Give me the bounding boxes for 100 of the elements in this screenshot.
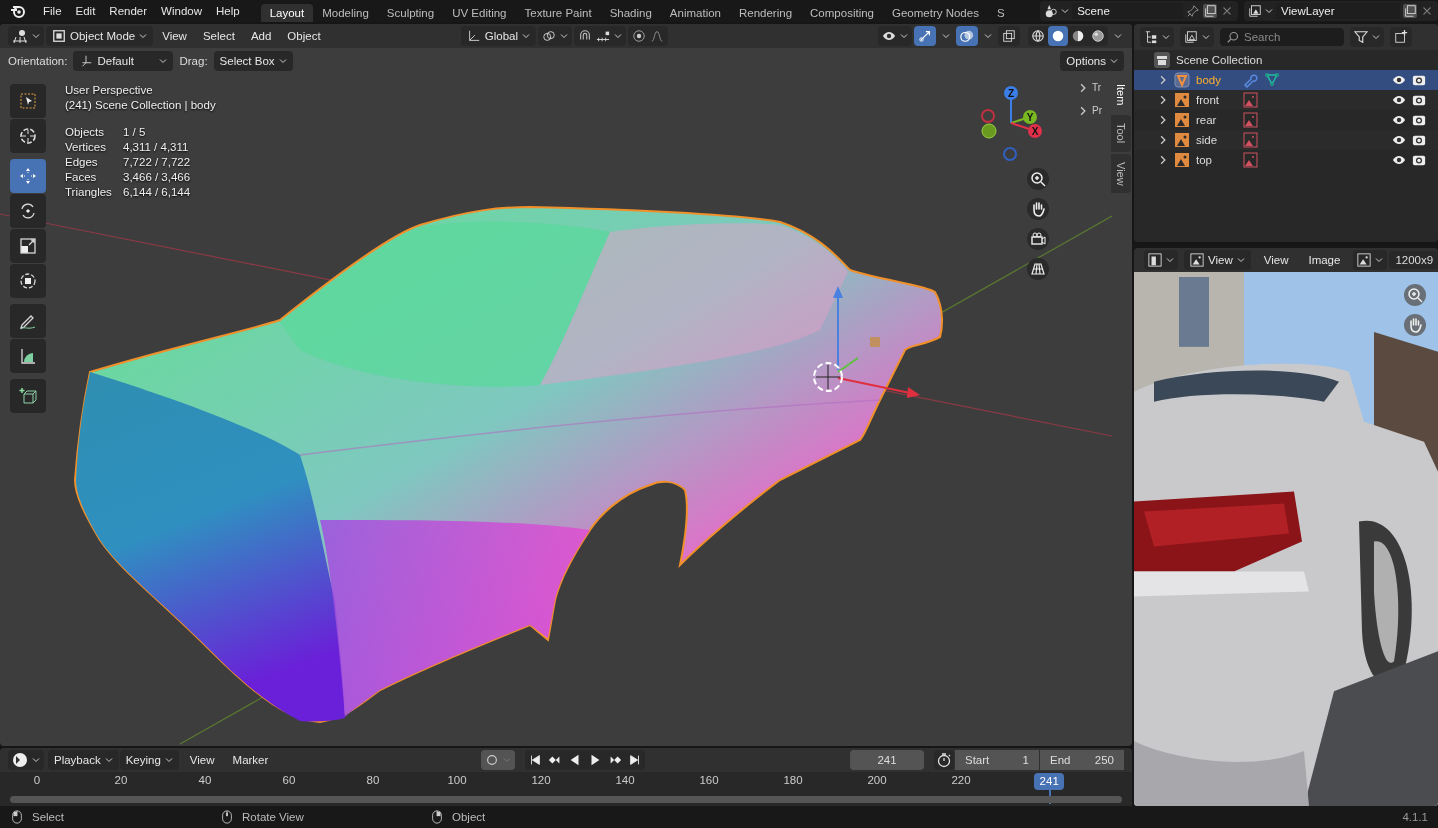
- workspace-tab[interactable]: Modeling: [313, 4, 378, 22]
- negative-axis-handle[interactable]: [981, 109, 995, 123]
- eye-icon[interactable]: [1392, 93, 1406, 107]
- sidebar-tab[interactable]: Tool: [1111, 115, 1131, 152]
- workspace-tab[interactable]: Compositing: [801, 4, 883, 22]
- stopwatch-icon[interactable]: [934, 750, 954, 770]
- gizmo-toggle-button[interactable]: [914, 26, 936, 46]
- menu-item[interactable]: Help: [209, 5, 247, 17]
- hand-icon[interactable]: [1027, 198, 1049, 220]
- overlays-toggle-button[interactable]: [956, 26, 978, 46]
- editor-type-button[interactable]: [8, 26, 44, 46]
- image-browse-button[interactable]: [1353, 250, 1388, 270]
- start-frame-field[interactable]: Start 1: [955, 750, 1039, 770]
- menu-item[interactable]: Edit: [68, 5, 103, 17]
- image-name-field[interactable]: 1200x9: [1389, 251, 1438, 269]
- menu-item[interactable]: Image: [1301, 254, 1348, 266]
- annotate-tool[interactable]: [10, 304, 46, 338]
- auto-keying-button[interactable]: [480, 750, 515, 770]
- image-data-icon[interactable]: [1242, 112, 1258, 128]
- pivot-point-button[interactable]: [538, 26, 572, 46]
- solid-shading-button[interactable]: [1048, 26, 1068, 46]
- menu-item[interactable]: View: [1256, 254, 1296, 266]
- outliner-row[interactable]: body: [1134, 70, 1438, 90]
- axis-handle[interactable]: X: [1010, 122, 1042, 138]
- copy-icon[interactable]: [1403, 4, 1417, 18]
- snap-button[interactable]: [574, 26, 626, 46]
- menu-item[interactable]: Object: [280, 30, 328, 42]
- zoom-icon[interactable]: [1027, 168, 1049, 190]
- workspace-tab[interactable]: Shading: [600, 4, 661, 22]
- image-data-icon[interactable]: [1242, 152, 1258, 168]
- workspace-tab[interactable]: Texture Paint: [515, 4, 601, 22]
- eye-icon[interactable]: [1392, 133, 1406, 147]
- add-cube-tool[interactable]: [10, 379, 46, 413]
- current-frame-field[interactable]: 241: [850, 750, 924, 770]
- eye-icon[interactable]: [1392, 153, 1406, 167]
- xray-toggle-button[interactable]: [998, 26, 1020, 46]
- menu-item[interactable]: View: [182, 754, 222, 766]
- drag-dropdown[interactable]: Select Box: [213, 51, 293, 71]
- end-frame-field[interactable]: End 250: [1040, 750, 1124, 770]
- menu-dropdown[interactable]: Playback: [48, 750, 119, 770]
- mode-dropdown[interactable]: Object Mode: [46, 26, 154, 46]
- visibility-button[interactable]: [878, 26, 912, 46]
- scene-selector[interactable]: Scene: [1040, 1, 1239, 21]
- transform-orientation-dropdown[interactable]: Global: [460, 26, 536, 46]
- camera-icon[interactable]: [1412, 153, 1426, 167]
- proportional-editing-button[interactable]: [628, 26, 668, 46]
- rotate-tool[interactable]: [10, 194, 46, 228]
- workspace-tab[interactable]: Geometry Nodes: [883, 4, 988, 22]
- negative-axis-handle[interactable]: [981, 123, 997, 139]
- menu-item[interactable]: File: [36, 5, 69, 17]
- mesh-data-icon[interactable]: [1264, 72, 1280, 88]
- workspace-tab[interactable]: Layout: [260, 4, 314, 22]
- editor-type-button[interactable]: [1144, 250, 1178, 270]
- timeline-scrollbar[interactable]: [10, 796, 1122, 803]
- editor-type-button[interactable]: [8, 750, 44, 770]
- menu-item[interactable]: Add: [243, 30, 279, 42]
- workspace-tab[interactable]: Sculpting: [377, 4, 444, 22]
- workspace-tab[interactable]: UV Editing: [443, 4, 516, 22]
- camera-icon[interactable]: [1412, 73, 1426, 87]
- menu-item[interactable]: Window: [154, 5, 209, 17]
- new-collection-button[interactable]: [1390, 27, 1412, 47]
- filter-view-button[interactable]: [1180, 27, 1214, 47]
- menu-item[interactable]: View: [155, 30, 194, 42]
- transform-tool[interactable]: [10, 264, 46, 298]
- search-field[interactable]: Search: [1220, 28, 1344, 46]
- app-logo-icon[interactable]: [10, 3, 26, 19]
- image-data-icon[interactable]: [1242, 132, 1258, 148]
- camera-icon[interactable]: [1412, 133, 1426, 147]
- menu-dropdown[interactable]: Keying: [119, 750, 179, 770]
- camera-icon[interactable]: [1412, 93, 1426, 107]
- view-layer-selector[interactable]: ViewLayer: [1244, 1, 1438, 21]
- wrench-icon[interactable]: [1242, 72, 1258, 88]
- sidebar-tab[interactable]: View: [1111, 153, 1131, 194]
- copy-icon[interactable]: [1203, 4, 1218, 18]
- orientation-dropdown[interactable]: Default: [73, 51, 174, 71]
- image-data-icon[interactable]: [1242, 92, 1258, 108]
- collection-name[interactable]: Scene Collection: [1176, 54, 1263, 66]
- caret-icon[interactable]: [1114, 32, 1122, 40]
- caret-icon[interactable]: [984, 32, 992, 40]
- eye-icon[interactable]: [1392, 113, 1406, 127]
- workspace-tab[interactable]: S: [987, 4, 1014, 22]
- eye-icon[interactable]: [1392, 73, 1406, 87]
- camera-icon[interactable]: [1412, 113, 1426, 127]
- workspace-tab[interactable]: Animation: [660, 4, 730, 22]
- measure-tool[interactable]: [10, 339, 46, 373]
- axis-handle[interactable]: Z: [1004, 86, 1018, 124]
- transform-gizmo[interactable]: [813, 286, 920, 398]
- view-mode-dropdown[interactable]: View: [1184, 250, 1251, 270]
- pin-icon[interactable]: [1186, 4, 1201, 18]
- menu-item[interactable]: Select: [195, 30, 242, 42]
- grid-icon[interactable]: [1027, 258, 1049, 280]
- camera-icon[interactable]: [1027, 228, 1049, 250]
- negative-axis-handle[interactable]: [1003, 147, 1017, 161]
- caret-icon[interactable]: [942, 32, 950, 40]
- cursor-tool[interactable]: [10, 119, 46, 153]
- display-mode-button[interactable]: [1140, 27, 1174, 47]
- options-dropdown[interactable]: Options: [1060, 51, 1124, 71]
- menu-item[interactable]: Marker: [225, 754, 276, 766]
- scale-tool[interactable]: [10, 229, 46, 263]
- menu-item[interactable]: Render: [102, 5, 155, 17]
